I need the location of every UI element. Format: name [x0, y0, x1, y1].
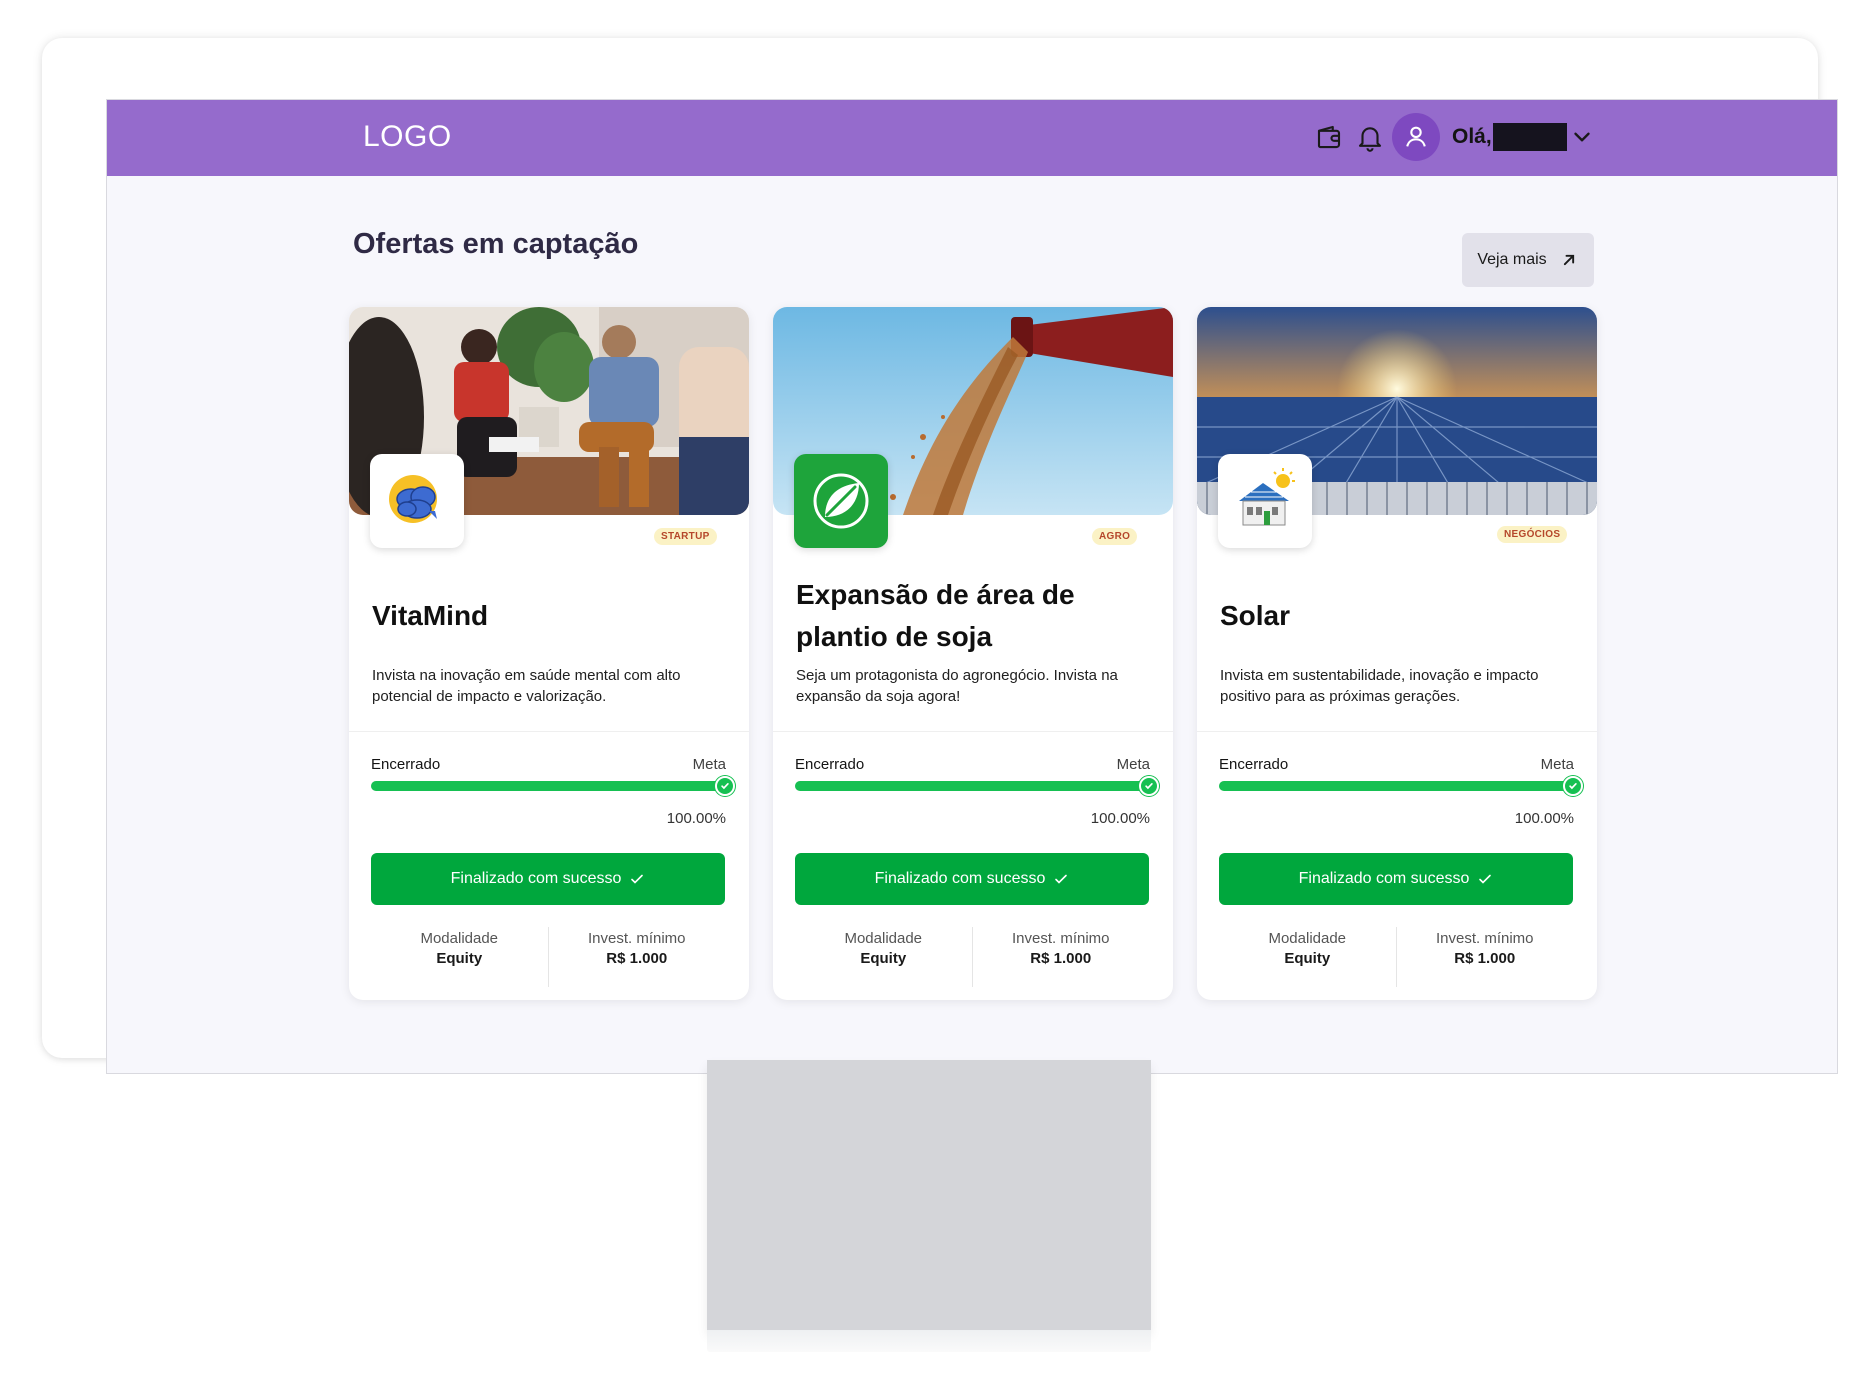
progress-percent: 100.00% — [666, 810, 726, 827]
check-icon — [1479, 874, 1492, 884]
divider — [1197, 731, 1597, 732]
see-more-label: Veja mais — [1477, 251, 1547, 268]
progress-percent: 100.00% — [1514, 810, 1574, 827]
top-navbar: LOGO Olá, — [107, 100, 1837, 176]
modality-label: Modalidade — [1268, 930, 1347, 947]
wallet-icon[interactable] — [1314, 122, 1344, 152]
offer-card[interactable]: AGRO Expansão de área de plantio de soja… — [773, 307, 1173, 1000]
divider — [773, 731, 1173, 732]
arrow-up-right-icon — [1563, 254, 1574, 266]
modality-block: Modalidade Equity — [371, 927, 548, 987]
goal-label: Meta — [1540, 756, 1574, 773]
monitor-stand — [707, 1060, 1151, 1330]
offer-details: Modalidade Equity Invest. mínimo R$ 1.00… — [795, 927, 1149, 987]
min-invest-value: R$ 1.000 — [1030, 950, 1092, 967]
leaf-icon — [794, 454, 888, 548]
card-title: Expansão de área de plantio de soja — [796, 579, 1075, 652]
card-title: VitaMind — [372, 600, 489, 631]
chevron-down-icon[interactable] — [1569, 124, 1595, 150]
category-tag: AGRO — [1092, 528, 1138, 545]
offer-details: Modalidade Equity Invest. mínimo R$ 1.00… — [371, 927, 725, 987]
min-invest-value: R$ 1.000 — [606, 950, 668, 967]
progress-bar — [1219, 776, 1583, 796]
user-name-redacted — [1493, 123, 1567, 151]
user-icon — [1406, 126, 1426, 147]
offer-card[interactable]: NEGÓCIOS Solar Invista em sustentabilida… — [1197, 307, 1597, 1000]
card-description: Invista na inovação em saúde mental com … — [372, 667, 681, 705]
modality-block: Modalidade Equity — [795, 927, 972, 987]
offer-card[interactable]: STARTUP VitaMind Invista na inovação em … — [349, 307, 749, 1000]
modality-label: Modalidade — [844, 930, 923, 947]
check-icon — [631, 874, 644, 884]
solar-house-icon — [1218, 454, 1312, 548]
progress-fill — [795, 781, 1149, 791]
screen: LOGO Olá, Ofertas em captação Veja mais … — [106, 99, 1838, 1074]
progress-fill — [371, 781, 725, 791]
logo[interactable]: LOGO — [363, 120, 452, 154]
min-invest-label: Invest. mínimo — [1435, 930, 1534, 947]
check-icon — [715, 776, 735, 796]
success-button-label: Finalizado com sucesso — [450, 870, 622, 887]
success-button-label: Finalizado com sucesso — [874, 870, 1046, 887]
success-button-label: Finalizado com sucesso — [1298, 870, 1470, 887]
bell-icon[interactable] — [1355, 122, 1385, 152]
modality-block: Modalidade Equity — [1219, 927, 1396, 987]
check-icon — [1563, 776, 1583, 796]
category-tag: STARTUP — [654, 528, 717, 545]
progress-percent: 100.00% — [1090, 810, 1150, 827]
success-button[interactable]: Finalizado com sucesso — [371, 853, 725, 905]
section-title: Ofertas em captação — [353, 228, 639, 260]
progress-bar — [795, 776, 1159, 796]
modality-value: Equity — [1284, 950, 1331, 967]
greeting-text: Olá, — [1452, 125, 1492, 148]
min-invest-block: Invest. mínimo R$ 1.000 — [1395, 927, 1574, 987]
divider — [349, 731, 749, 732]
min-invest-block: Invest. mínimo R$ 1.000 — [971, 927, 1150, 987]
status-label: Encerrado — [371, 756, 441, 773]
goal-label: Meta — [1116, 756, 1150, 773]
modality-value: Equity — [860, 950, 907, 967]
progress-bar — [371, 776, 735, 796]
success-button[interactable]: Finalizado com sucesso — [795, 853, 1149, 905]
modality-value: Equity — [436, 950, 483, 967]
min-invest-label: Invest. mínimo — [587, 930, 686, 947]
offer-details: Modalidade Equity Invest. mínimo R$ 1.00… — [1219, 927, 1573, 987]
card-title: Solar — [1220, 600, 1291, 631]
avatar[interactable] — [1392, 113, 1440, 161]
status-label: Encerrado — [1219, 756, 1289, 773]
category-tag: NEGÓCIOS — [1497, 526, 1568, 543]
check-icon — [1055, 874, 1068, 884]
status-label: Encerrado — [795, 756, 865, 773]
progress-fill — [1219, 781, 1573, 791]
see-more-button[interactable]: Veja mais — [1462, 233, 1594, 287]
card-description: Invista em sustentabilidade, inovação e … — [1220, 667, 1539, 705]
brain-icon — [370, 454, 464, 548]
monitor-frame: LOGO Olá, Ofertas em captação Veja mais … — [42, 38, 1838, 1074]
check-icon — [1139, 776, 1159, 796]
min-invest-label: Invest. mínimo — [1011, 930, 1110, 947]
modality-label: Modalidade — [420, 930, 499, 947]
success-button[interactable]: Finalizado com sucesso — [1219, 853, 1573, 905]
goal-label: Meta — [692, 756, 726, 773]
monitor-stand-base — [707, 1330, 1151, 1352]
min-invest-block: Invest. mínimo R$ 1.000 — [547, 927, 726, 987]
min-invest-value: R$ 1.000 — [1454, 950, 1516, 967]
card-description: Seja um protagonista do agronegócio. Inv… — [796, 667, 1118, 705]
